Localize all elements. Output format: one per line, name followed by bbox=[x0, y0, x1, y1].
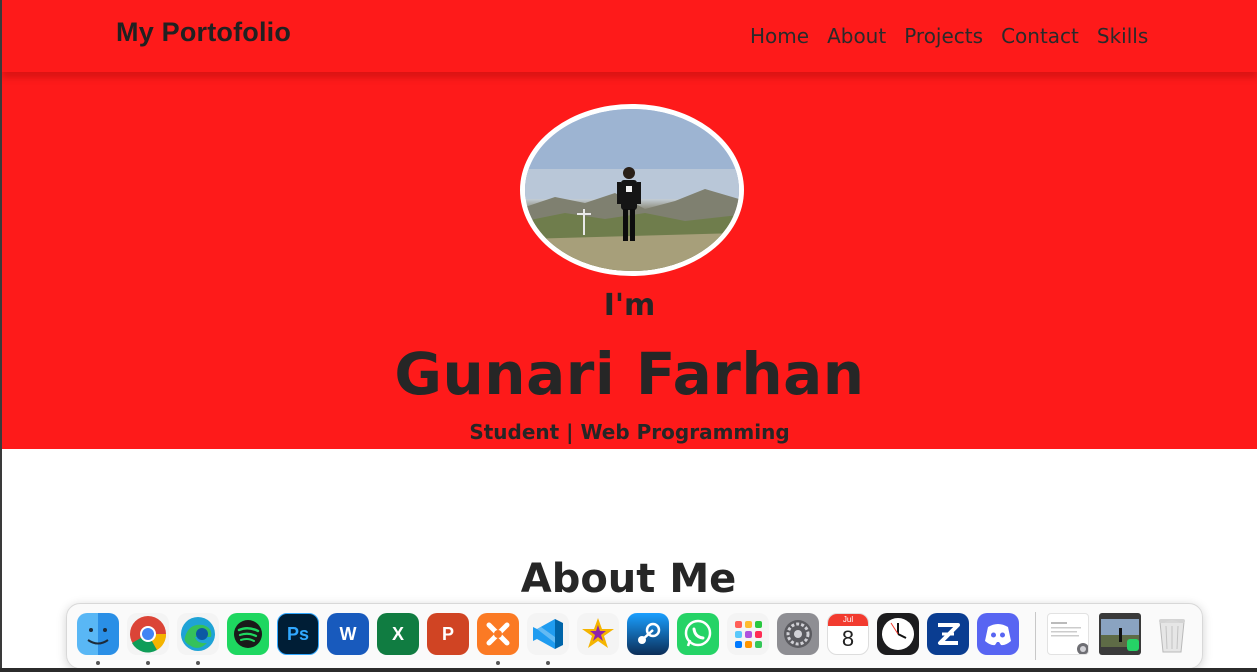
nav-home[interactable]: Home bbox=[750, 24, 809, 48]
nav-contact[interactable]: Contact bbox=[1001, 24, 1079, 48]
nav-skills[interactable]: Skills bbox=[1097, 24, 1148, 48]
vscode-icon[interactable] bbox=[527, 613, 569, 655]
system-settings-icon[interactable] bbox=[777, 613, 819, 655]
running-indicator bbox=[146, 661, 150, 665]
running-indicator bbox=[96, 661, 100, 665]
window-frame-left bbox=[0, 0, 2, 672]
spotify-icon[interactable] bbox=[227, 613, 269, 655]
clock-icon[interactable] bbox=[877, 613, 919, 655]
whatsapp-icon[interactable] bbox=[677, 613, 719, 655]
word-icon-label: W bbox=[339, 623, 357, 644]
recent-settings-window-icon[interactable] bbox=[1047, 613, 1089, 655]
excel-icon[interactable]: X bbox=[377, 613, 419, 655]
discord-icon[interactable] bbox=[977, 613, 1019, 655]
finder-icon[interactable] bbox=[77, 613, 119, 655]
edge-icon[interactable] bbox=[177, 613, 219, 655]
powerpoint-icon[interactable]: P bbox=[427, 613, 469, 655]
launchpad-icon[interactable] bbox=[727, 613, 769, 655]
running-indicator bbox=[196, 661, 200, 665]
about-heading: About Me bbox=[520, 556, 737, 602]
xampp-icon[interactable] bbox=[477, 613, 519, 655]
profile-photo bbox=[520, 104, 744, 276]
brand-logo[interactable]: My Portofolio bbox=[116, 17, 291, 48]
running-indicator bbox=[546, 661, 550, 665]
star-app-icon[interactable] bbox=[577, 613, 619, 655]
word-icon[interactable]: W bbox=[327, 613, 369, 655]
powerpoint-icon-label: P bbox=[441, 623, 454, 644]
hero-greeting: I'm bbox=[603, 288, 656, 323]
steam-icon[interactable] bbox=[627, 613, 669, 655]
nav-projects[interactable]: Projects bbox=[904, 24, 983, 48]
photoshop-icon-label: Ps bbox=[286, 623, 310, 644]
hero-section: I'm Gunari Farhan Student | Web Programm… bbox=[2, 72, 1257, 449]
excel-icon-label: X bbox=[391, 623, 404, 644]
chrome-icon[interactable] bbox=[127, 613, 169, 655]
navbar: My Portofolio Home About Projects Contac… bbox=[2, 0, 1257, 72]
calendar-day: 8 bbox=[841, 626, 855, 651]
photoshop-icon[interactable]: Ps bbox=[277, 613, 319, 655]
recent-photo-window-icon[interactable] bbox=[1099, 613, 1141, 655]
dock-separator bbox=[1035, 612, 1036, 660]
trash-icon[interactable] bbox=[1151, 613, 1193, 655]
nav-about[interactable]: About bbox=[827, 24, 886, 48]
calendar-icon[interactable]: Jul 8 bbox=[827, 613, 869, 655]
nav-links: Home About Projects Contact Skills bbox=[750, 24, 1148, 48]
window-frame-bottom bbox=[0, 668, 1257, 672]
calendar-month: Jul bbox=[828, 614, 868, 626]
hero-name: Gunari Farhan bbox=[394, 340, 865, 408]
macos-dock: Ps W X P Jul 8 bbox=[66, 603, 1203, 669]
zepeto-icon[interactable] bbox=[927, 613, 969, 655]
running-indicator bbox=[496, 661, 500, 665]
hero-role: Student | Web Programming bbox=[469, 420, 790, 444]
